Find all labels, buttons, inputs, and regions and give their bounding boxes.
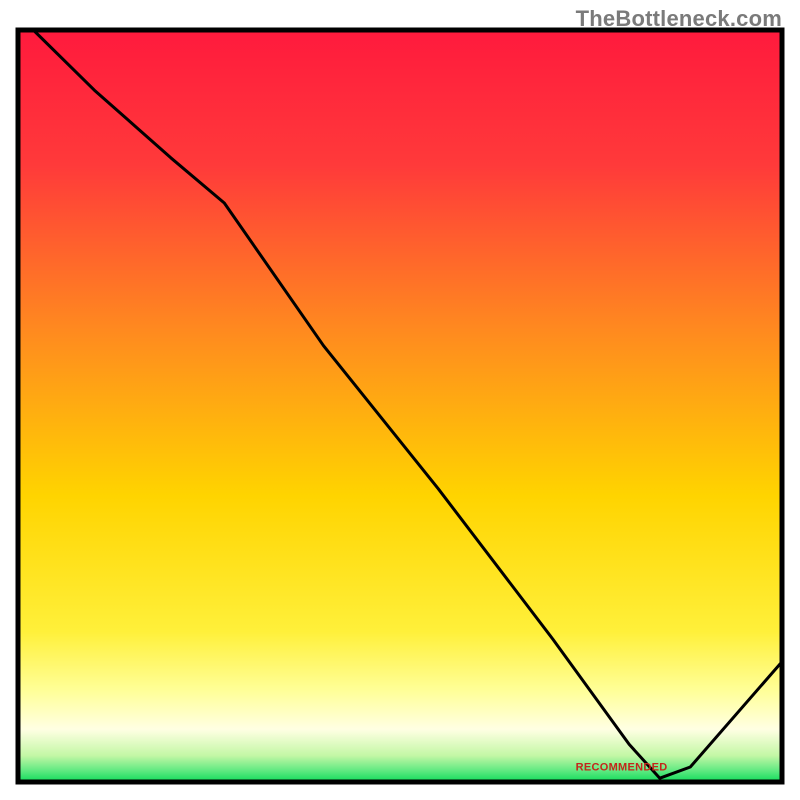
recommended-label: RECOMMENDED	[576, 762, 668, 774]
chart-container: TheBottleneck.com	[0, 0, 800, 800]
bottleneck-chart: RECOMMENDED	[0, 0, 800, 800]
plot-background	[18, 30, 782, 782]
